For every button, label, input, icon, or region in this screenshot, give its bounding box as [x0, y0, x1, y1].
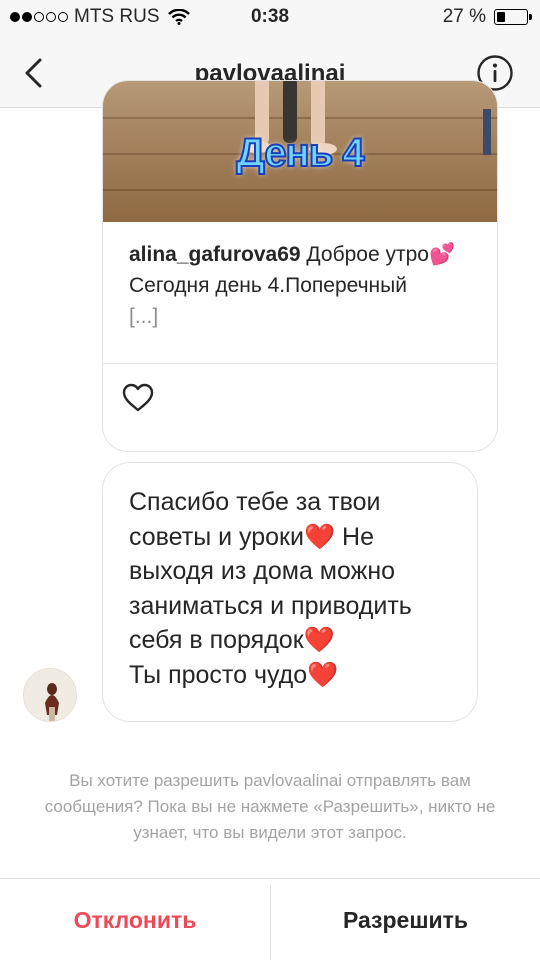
floor-line	[103, 117, 497, 119]
post-caption: alina_gafurova69 Доброе утро💕 Сегодня де…	[129, 239, 469, 332]
allow-button[interactable]: Разрешить	[271, 879, 540, 960]
avatar-image	[24, 669, 76, 721]
heart-outline-icon[interactable]	[121, 381, 155, 415]
battery-icon	[494, 9, 532, 25]
status-bar: MTS RUS 0:38 27 %	[0, 0, 540, 38]
message-bubble[interactable]: Спасибо тебе за твои советы и уроки❤️ Не…	[102, 462, 478, 722]
post-image-title: День 4	[235, 130, 365, 176]
post-username[interactable]: alina_gafurova69	[129, 243, 301, 266]
shared-post-image[interactable]: День 4	[103, 81, 497, 222]
message-text: Спасибо тебе за твои советы и уроки❤️ Не…	[129, 488, 412, 689]
message-request-notice: Вы хотите разрешить pavlovaalinai отправ…	[44, 771, 496, 842]
status-right: 27 %	[442, 6, 532, 28]
divider	[103, 363, 497, 364]
battery-percent: 27 %	[442, 6, 486, 27]
post-more-indicator[interactable]: [...]	[129, 301, 469, 332]
battery-fill	[497, 12, 505, 22]
floor-line	[103, 189, 497, 191]
post-caption-line1: Доброе утро💕	[300, 243, 456, 266]
request-actions-bar: Отклонить Разрешить	[0, 878, 540, 960]
shared-post-card[interactable]: День 4 alina_gafurova69 Доброе утро💕 Сег…	[102, 80, 498, 452]
post-caption-line2: Сегодня день 4.Поперечный	[129, 274, 407, 297]
avatar[interactable]	[23, 668, 77, 722]
decline-button[interactable]: Отклонить	[0, 879, 270, 960]
